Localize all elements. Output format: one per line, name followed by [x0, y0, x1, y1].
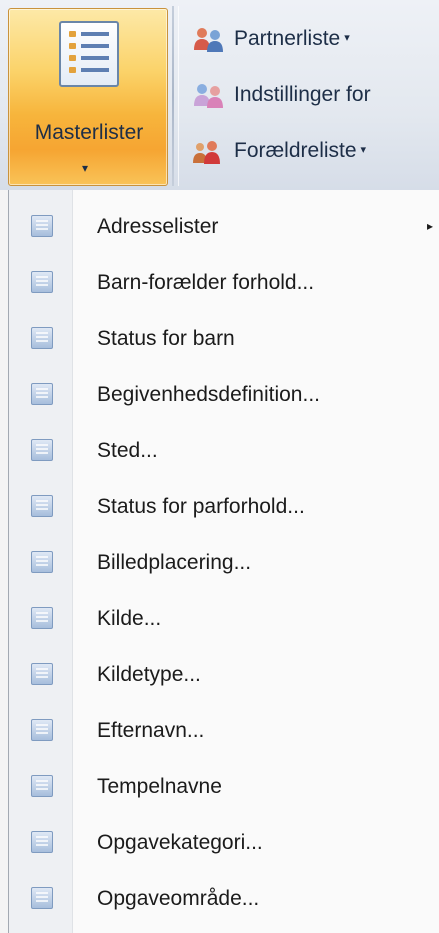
chevron-down-icon: ▾ — [82, 161, 89, 175]
list-icon — [31, 551, 53, 573]
menu-item-billedplacering[interactable]: Billedplacering... — [9, 536, 439, 592]
list-icon — [31, 327, 53, 349]
menu-item-label: Billedplacering... — [97, 551, 252, 574]
list-icon — [31, 439, 53, 461]
menu-item-label: Status for barn — [97, 327, 235, 350]
list-icon — [31, 663, 53, 685]
list-icon — [31, 887, 53, 909]
menu-item-label: Status for parforhold... — [97, 495, 305, 518]
chevron-down-icon: ▾ — [360, 144, 367, 156]
menu-item-barn-foraelder-forhold[interactable]: Barn-forælder forhold... — [9, 256, 439, 312]
menu-item-efternavn[interactable]: Efternavn... — [9, 704, 439, 760]
ribbon-separator — [172, 6, 174, 186]
partner-people-icon — [194, 28, 223, 52]
menu-item-kilde[interactable]: Kilde... — [9, 592, 439, 648]
menu-item-label: Tempelnavne — [97, 775, 222, 798]
chevron-down-icon: ▾ — [344, 32, 350, 44]
masterlister-label: Masterlister — [34, 121, 144, 144]
masterlister-dropdown-menu: Adresselister ▸ Barn-forælder forhold...… — [8, 190, 439, 933]
menu-item-status-for-barn[interactable]: Status for barn — [9, 312, 439, 368]
menu-item-label: Opgaveområde... — [97, 887, 260, 910]
masterlister-button[interactable]: Masterlister ▾ — [8, 8, 168, 186]
menu-item-tempelnavne[interactable]: Tempelnavne — [9, 760, 439, 816]
partnerliste-label: Partnerliste — [234, 27, 341, 50]
menu-item-status-for-parforhold[interactable]: Status for parforhold... — [9, 480, 439, 536]
list-icon — [31, 719, 53, 741]
list-icon — [31, 215, 53, 237]
menu-item-begivenhedsdefinition[interactable]: Begivenhedsdefinition... — [9, 368, 439, 424]
indstillinger-label: Indstillinger for — [234, 83, 371, 106]
indstillinger-button[interactable]: Indstillinger for — [192, 78, 439, 114]
menu-item-kildetype[interactable]: Kildetype... — [9, 648, 439, 704]
menu-item-label: Kildetype... — [97, 663, 201, 686]
list-icon — [31, 383, 53, 405]
foraeldreliste-button[interactable]: Forældreliste ▾ — [192, 134, 439, 170]
list-icon — [31, 831, 53, 853]
menu-item-label: Opgavekategori... — [97, 831, 263, 854]
ribbon: Masterlister ▾ Partnerliste ▾ Indstilling… — [0, 0, 439, 190]
submenu-arrow-icon: ▸ — [427, 219, 434, 233]
menu-item-adresselister[interactable]: Adresselister ▸ — [9, 200, 439, 256]
menu-item-label: Kilde... — [97, 607, 162, 630]
menu-item-label: Efternavn... — [97, 719, 205, 742]
menu-item-label: Adresselister — [97, 215, 219, 238]
menu-item-sted[interactable]: Sted... — [9, 424, 439, 480]
menu-item-label: Begivenhedsdefinition... — [97, 383, 320, 406]
list-icon — [31, 495, 53, 517]
menu-item-opgavekategori[interactable]: Opgavekategori... — [9, 816, 439, 872]
settings-people-icon — [194, 84, 223, 108]
list-document-icon — [59, 21, 119, 87]
list-icon — [31, 775, 53, 797]
menu-item-label: Sted... — [97, 439, 158, 462]
menu-item-label: Barn-forælder forhold... — [97, 271, 315, 294]
parents-people-icon — [193, 141, 220, 164]
partnerliste-button[interactable]: Partnerliste ▾ — [192, 22, 439, 58]
menu-item-opgaveomraade[interactable]: Opgaveområde... — [9, 872, 439, 928]
list-icon — [31, 271, 53, 293]
foraeldreliste-label: Forældreliste — [234, 139, 357, 162]
list-icon — [31, 607, 53, 629]
